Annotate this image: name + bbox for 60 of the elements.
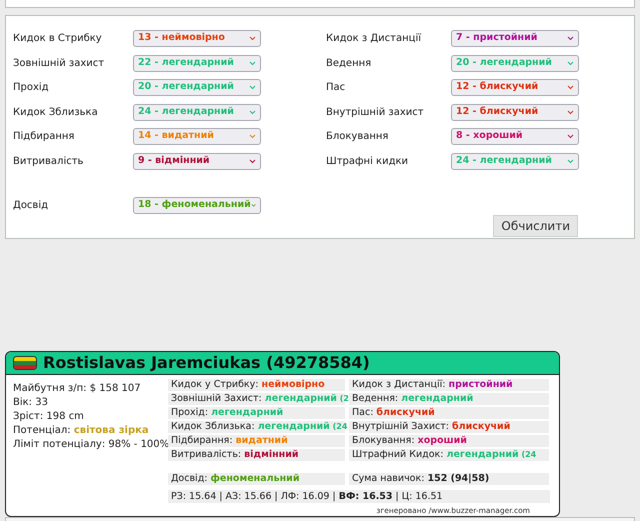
caret-icon xyxy=(249,85,256,90)
skill-cell: Досвід: феноменальний xyxy=(168,473,345,485)
caret-icon xyxy=(567,134,574,139)
info-line: Зріст: 198 cm xyxy=(13,410,85,423)
caret-icon xyxy=(249,110,256,114)
info-line: Вік: 33 xyxy=(13,396,49,409)
skill-cell: Ведення: легендарний xyxy=(349,393,549,405)
caret-icon xyxy=(250,202,256,208)
skill-cell: Прохід: легендарний xyxy=(168,407,345,419)
skill-cell: Внутрішній Захист: блискучий xyxy=(349,421,549,433)
skill-label: Витривалість xyxy=(13,154,84,168)
skill-select[interactable]: 14 - видатний xyxy=(133,128,261,145)
caret-icon xyxy=(567,60,574,66)
skill-label: Кидок Зблизька xyxy=(13,106,99,120)
skill-label: Кидок з Дистанції xyxy=(326,32,422,46)
skill-label: Штрафні кидки xyxy=(326,154,410,168)
skill-label: Блокування xyxy=(326,130,390,144)
skill-label: Кидок в Стрибку xyxy=(13,32,103,46)
skill-cell: Пас: блискучий xyxy=(349,407,549,419)
skill-sum: Сума навичок: 152 (94|58) xyxy=(349,473,549,485)
caret-icon xyxy=(567,85,574,90)
skill-label: Прохід xyxy=(13,81,50,95)
info-line: Ліміт потенціалу: 98% - 100% xyxy=(13,438,168,451)
skill-cell: Блокування: хороший xyxy=(349,435,549,447)
skill-select[interactable]: 18 - феноменальний xyxy=(133,196,261,214)
caret-icon xyxy=(567,36,574,41)
skill-label: Підбирання xyxy=(13,130,76,144)
skill-cell: Штрафний Кидок: легендарний (24 xyxy=(349,449,549,461)
caret-icon xyxy=(249,158,256,164)
skill-select[interactable]: 8 - хороший xyxy=(451,128,579,145)
skill-select[interactable]: 13 - неймовірно xyxy=(133,30,261,47)
caret-icon xyxy=(249,134,256,139)
skill-cell: Витривалість: відмінний xyxy=(168,449,345,461)
caret-icon xyxy=(249,36,256,41)
skill-cell: Кидок з Дистанції: пристойний xyxy=(349,379,549,391)
calculate-button[interactable]: Обчислити xyxy=(493,214,578,236)
skill-label: Пас xyxy=(326,81,346,95)
info-line: Майбутня з/п: $ 158 107 xyxy=(13,382,142,395)
skill-select[interactable]: 22 - легендарний xyxy=(133,54,261,72)
skill-select[interactable]: 12 - блискучий xyxy=(451,104,579,120)
caret-icon xyxy=(567,158,574,164)
caret-icon xyxy=(567,110,574,114)
skill-select[interactable]: 24 - легендарний xyxy=(133,104,261,120)
skill-cell: Кидок Зблизька: легендарний (24 xyxy=(168,421,345,433)
skill-select[interactable]: 24 - легендарний xyxy=(451,152,579,170)
skill-label: Зовнішній захист xyxy=(13,56,106,70)
caret-icon xyxy=(249,60,256,66)
flag-icon xyxy=(13,356,37,370)
player-name: Rostislavas Jaremciukas (49278584) xyxy=(43,352,370,374)
skill-select[interactable]: 20 - легендарний xyxy=(133,79,261,96)
info-line: Потенціал: світова зірка xyxy=(13,424,150,437)
skill-cell: Кидок у Стрибку: неймовірно xyxy=(168,379,345,391)
skill-select[interactable]: 12 - блискучий xyxy=(451,79,579,96)
skill-label: Внутрішній захист xyxy=(326,106,425,120)
skill-select[interactable]: 9 - відмінний xyxy=(133,152,261,170)
skill-cell: Підбирання: видатний xyxy=(168,435,345,447)
skill-select[interactable]: 7 - пристойний xyxy=(451,30,579,47)
skill-select[interactable]: 20 - легендарний xyxy=(451,54,579,72)
skill-label: Досвід xyxy=(13,198,50,212)
skill-label: Ведення xyxy=(326,56,372,70)
